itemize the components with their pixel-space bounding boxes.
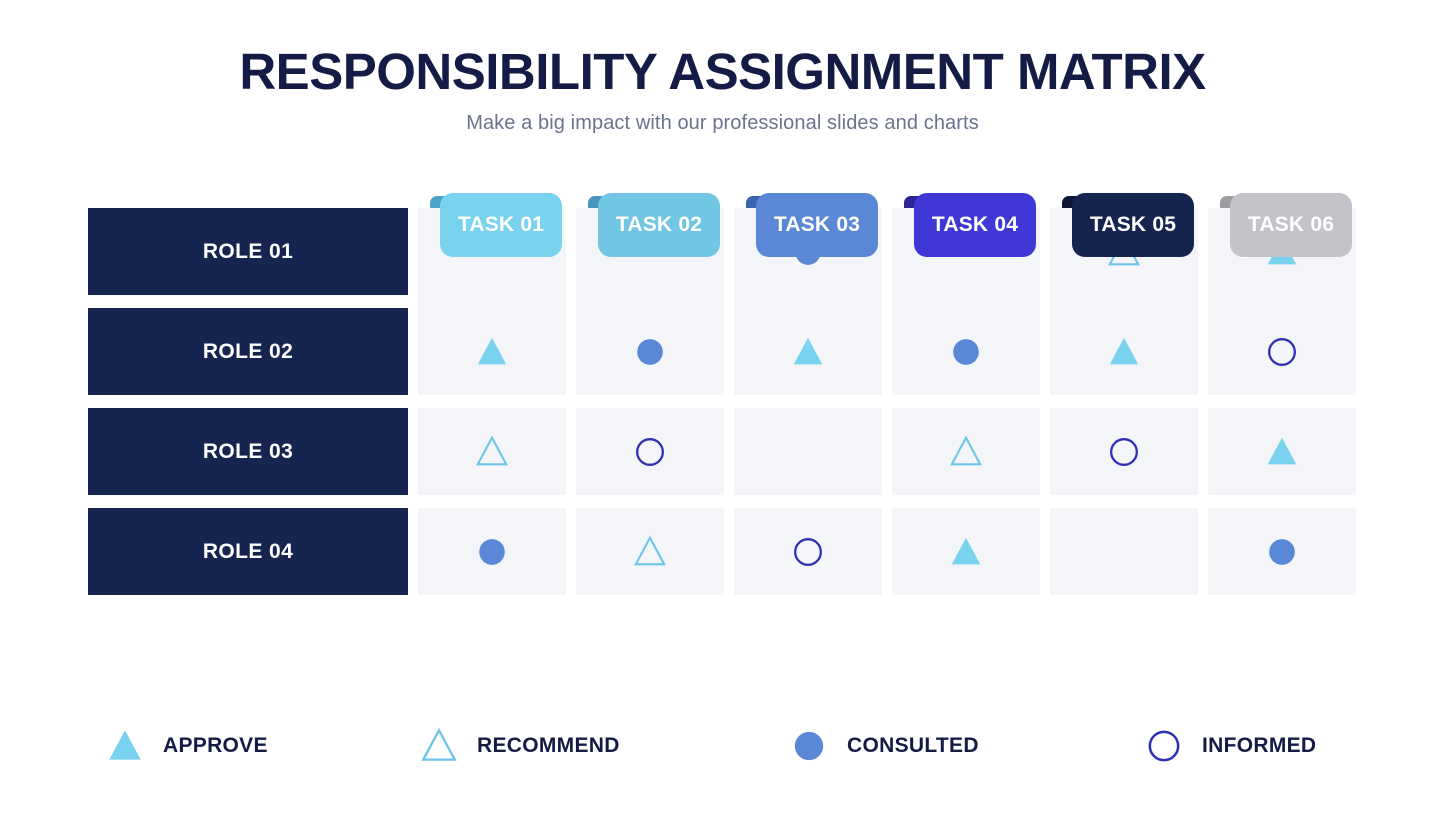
approve-marker-icon: [477, 337, 507, 364]
matrix-cell-r3-c5[interactable]: [1050, 408, 1198, 495]
filled-circle-icon: [788, 725, 830, 767]
task-header-2[interactable]: TASK 02: [598, 193, 720, 257]
filled-triangle-icon: [104, 725, 146, 767]
matrix-cell-r2-c5[interactable]: [1050, 308, 1198, 395]
matrix-cell-r2-c6[interactable]: [1208, 308, 1356, 395]
role-label-1[interactable]: ROLE 01: [88, 208, 408, 295]
matrix-cell-r4-c6[interactable]: [1208, 508, 1356, 595]
matrix-cell-r4-c3[interactable]: [734, 508, 882, 595]
slide-canvas: RESPONSIBILITY ASSIGNMENT MATRIX Make a …: [0, 0, 1445, 813]
task-header-3[interactable]: TASK 03: [756, 193, 878, 257]
matrix-cell-r4-c4[interactable]: [892, 508, 1040, 595]
informed-marker-icon: [636, 437, 664, 466]
matrix-cell-r3-c6[interactable]: [1208, 408, 1356, 495]
approve-marker-icon: [1109, 337, 1139, 364]
informed-marker-icon: [1110, 437, 1138, 466]
role-label-2[interactable]: ROLE 02: [88, 308, 408, 395]
outline-triangle-icon: [418, 725, 460, 767]
legend-item-informed[interactable]: INFORMED: [1143, 718, 1316, 774]
task-header-5[interactable]: TASK 05: [1072, 193, 1194, 257]
task-header-4[interactable]: TASK 04: [914, 193, 1036, 257]
legend-label-informed: INFORMED: [1202, 734, 1317, 757]
task-header-1[interactable]: TASK 01: [440, 193, 562, 257]
raci-matrix: TASK 01 TASK 02 TASK 03 TASK 04 TASK 05 TASK …: [88, 193, 1356, 658]
matrix-cell-r2-c4[interactable]: [892, 308, 1040, 395]
page-title: RESPONSIBILITY ASSIGNMENT MATRIX: [239, 43, 1206, 100]
approve-marker-icon: [951, 537, 981, 564]
recommend-marker-icon: [476, 435, 508, 465]
matrix-cell-r4-c2[interactable]: [576, 508, 724, 595]
informed-marker-icon: [1268, 337, 1296, 366]
outline-circle-icon: [1143, 725, 1185, 767]
matrix-cell-r4-c1[interactable]: [418, 508, 566, 595]
legend-item-recommend[interactable]: RECOMMEND: [418, 718, 620, 774]
approve-marker-icon: [793, 337, 823, 364]
matrix-cell-r3-c4[interactable]: [892, 408, 1040, 495]
legend-label-approve: APPROVE: [163, 734, 268, 757]
task-header-6[interactable]: TASK 06: [1230, 193, 1352, 257]
recommend-marker-icon: [950, 435, 982, 465]
legend-label-recommend: RECOMMEND: [477, 734, 620, 757]
recommend-marker-icon: [634, 535, 666, 565]
slide-header: RESPONSIBILITY ASSIGNMENT MATRIX Make a …: [0, 43, 1445, 135]
consulted-marker-icon: [953, 338, 979, 365]
consulted-marker-icon: [479, 538, 505, 565]
legend-label-consulted: CONSULTED: [847, 734, 979, 757]
matrix-cell-r2-c2[interactable]: [576, 308, 724, 395]
legend: APPROVE RECOMMEND CONSULTED INFORMED: [88, 718, 1368, 776]
matrix-cell-r3-c2[interactable]: [576, 408, 724, 495]
legend-item-consulted[interactable]: CONSULTED: [788, 718, 979, 774]
informed-marker-icon: [794, 537, 822, 566]
matrix-cell-r3-c3[interactable]: [734, 408, 882, 495]
role-label-3[interactable]: ROLE 03: [88, 408, 408, 495]
page-subtitle: Make a big impact with our professional …: [466, 112, 979, 135]
matrix-cell-r2-c3[interactable]: [734, 308, 882, 395]
matrix-cell-r2-c1[interactable]: [418, 308, 566, 395]
role-label-4[interactable]: ROLE 04: [88, 508, 408, 595]
matrix-cell-r4-c5[interactable]: [1050, 508, 1198, 595]
legend-item-approve[interactable]: APPROVE: [104, 718, 268, 774]
consulted-marker-icon: [1269, 538, 1295, 565]
consulted-marker-icon: [637, 338, 663, 365]
approve-marker-icon: [1267, 437, 1297, 464]
matrix-cell-r3-c1[interactable]: [418, 408, 566, 495]
